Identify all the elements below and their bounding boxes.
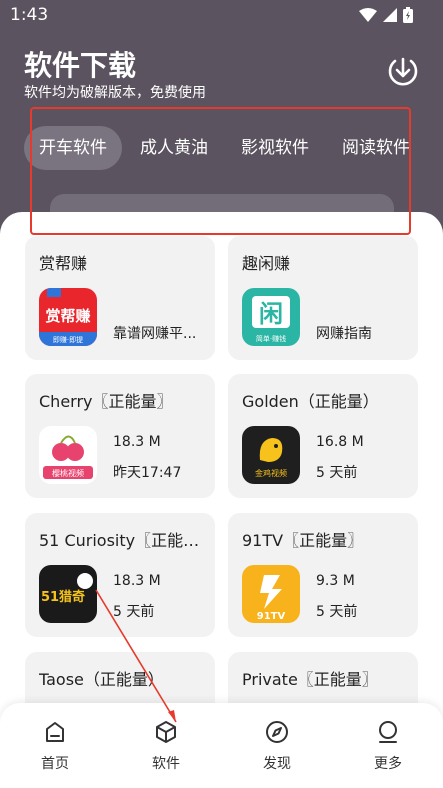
app-icon-text: 51猎奇: [41, 589, 85, 605]
nav-label: 更多: [374, 756, 402, 772]
app-card-title: Private〖正能量〗: [242, 670, 378, 689]
app-card-title: Cherry〖正能量〗: [39, 392, 173, 411]
annotation-highlight-box: [30, 107, 411, 235]
app-card[interactable]: Golden（正能量） 金鸡视频 16.8 M 5 天前: [228, 374, 418, 498]
app-card-date: 昨天17:47: [113, 465, 182, 481]
app-icon: 赏帮赚 即赚·即提: [39, 288, 97, 346]
cube-icon: [156, 721, 176, 743]
app-card-desc: 网赚指南: [316, 326, 372, 342]
nav-item-discover[interactable]: 发现: [247, 719, 307, 773]
app-icon: 闲 简单·赚钱: [242, 288, 300, 346]
app-card[interactable]: 51 Curiosity〖正能量〗 51猎奇 18.3 M 5 天前: [25, 513, 215, 637]
app-card-title: 赏帮赚: [39, 254, 88, 273]
app-card[interactable]: 91TV〖正能量〗 91TV 9.3 M 5 天前: [228, 513, 418, 637]
signal-icon: [383, 8, 397, 22]
battery-icon: [403, 7, 413, 23]
nav-item-software[interactable]: 软件: [136, 719, 196, 773]
app-icon: 金鸡视频: [242, 426, 300, 484]
status-time: 1:43: [10, 5, 49, 25]
app-card-size: 18.3 M: [113, 434, 161, 450]
nav-label: 首页: [41, 756, 69, 772]
download-icon: [388, 57, 418, 86]
tab-yin[interactable]: 音: [428, 126, 443, 170]
app-icon-text: 樱桃视频: [52, 468, 84, 478]
app-card[interactable]: Cherry〖正能量〗 樱桃视频 18.3 M 昨天17:47: [25, 374, 215, 498]
app-card-date: 5 天前: [316, 604, 358, 620]
app-card-size: 16.8 M: [316, 434, 364, 450]
compass-icon: [266, 721, 288, 743]
app-grid: 赏帮赚 赏帮赚 即赚·即提 靠谱网赚平... 趣闲赚 闲 简单·赚钱 网赚指南: [0, 212, 443, 788]
wifi-icon: [359, 8, 377, 22]
app-icon-text: 闲: [259, 300, 283, 328]
nav-label: 发现: [263, 756, 291, 772]
app-card-date: 5 天前: [316, 465, 358, 481]
home-icon: [46, 722, 64, 742]
nav-item-home[interactable]: 首页: [25, 719, 85, 773]
app-icon: 91TV: [242, 565, 300, 623]
download-button[interactable]: [386, 54, 420, 88]
app-icon-subtext: 即赚·即提: [53, 335, 83, 344]
app-card-title: 91TV〖正能量〗: [242, 531, 364, 550]
app-card-title: Golden（正能量）: [242, 392, 379, 411]
status-icons: [359, 7, 413, 23]
app-card-desc: 靠谱网赚平...: [113, 326, 197, 342]
nav-item-more[interactable]: 更多: [358, 719, 418, 773]
app-icon-subtext: 简单·赚钱: [256, 334, 286, 343]
app-card-title: 51 Curiosity〖正能量〗: [39, 531, 207, 550]
app-card[interactable]: 赏帮赚 赏帮赚 即赚·即提 靠谱网赚平...: [25, 236, 215, 360]
app-card-date: 5 天前: [113, 604, 155, 620]
app-icon: 51猎奇: [39, 565, 97, 623]
page-subtitle: 软件均为破解版本，免费使用: [24, 85, 206, 101]
app-icon-text: 91TV: [257, 611, 286, 622]
app-card-title: 趣闲赚: [242, 254, 291, 273]
app-card[interactable]: 趣闲赚 闲 简单·赚钱 网赚指南: [228, 236, 418, 360]
bottom-nav: 首页 软件 发现 更多: [0, 703, 443, 788]
app-icon-text: 金鸡视频: [255, 468, 287, 478]
nav-label: 软件: [152, 756, 180, 772]
person-icon: [379, 721, 397, 743]
app-card-size: 18.3 M: [113, 573, 161, 589]
app-icon: 樱桃视频: [39, 426, 97, 484]
app-card-title: Taose（正能量）: [39, 670, 164, 689]
app-icon-text: 赏帮赚: [45, 307, 90, 325]
app-card-size: 9.3 M: [316, 573, 355, 589]
page-title: 软件下载: [24, 49, 137, 82]
status-bar: 1:43: [0, 0, 443, 32]
